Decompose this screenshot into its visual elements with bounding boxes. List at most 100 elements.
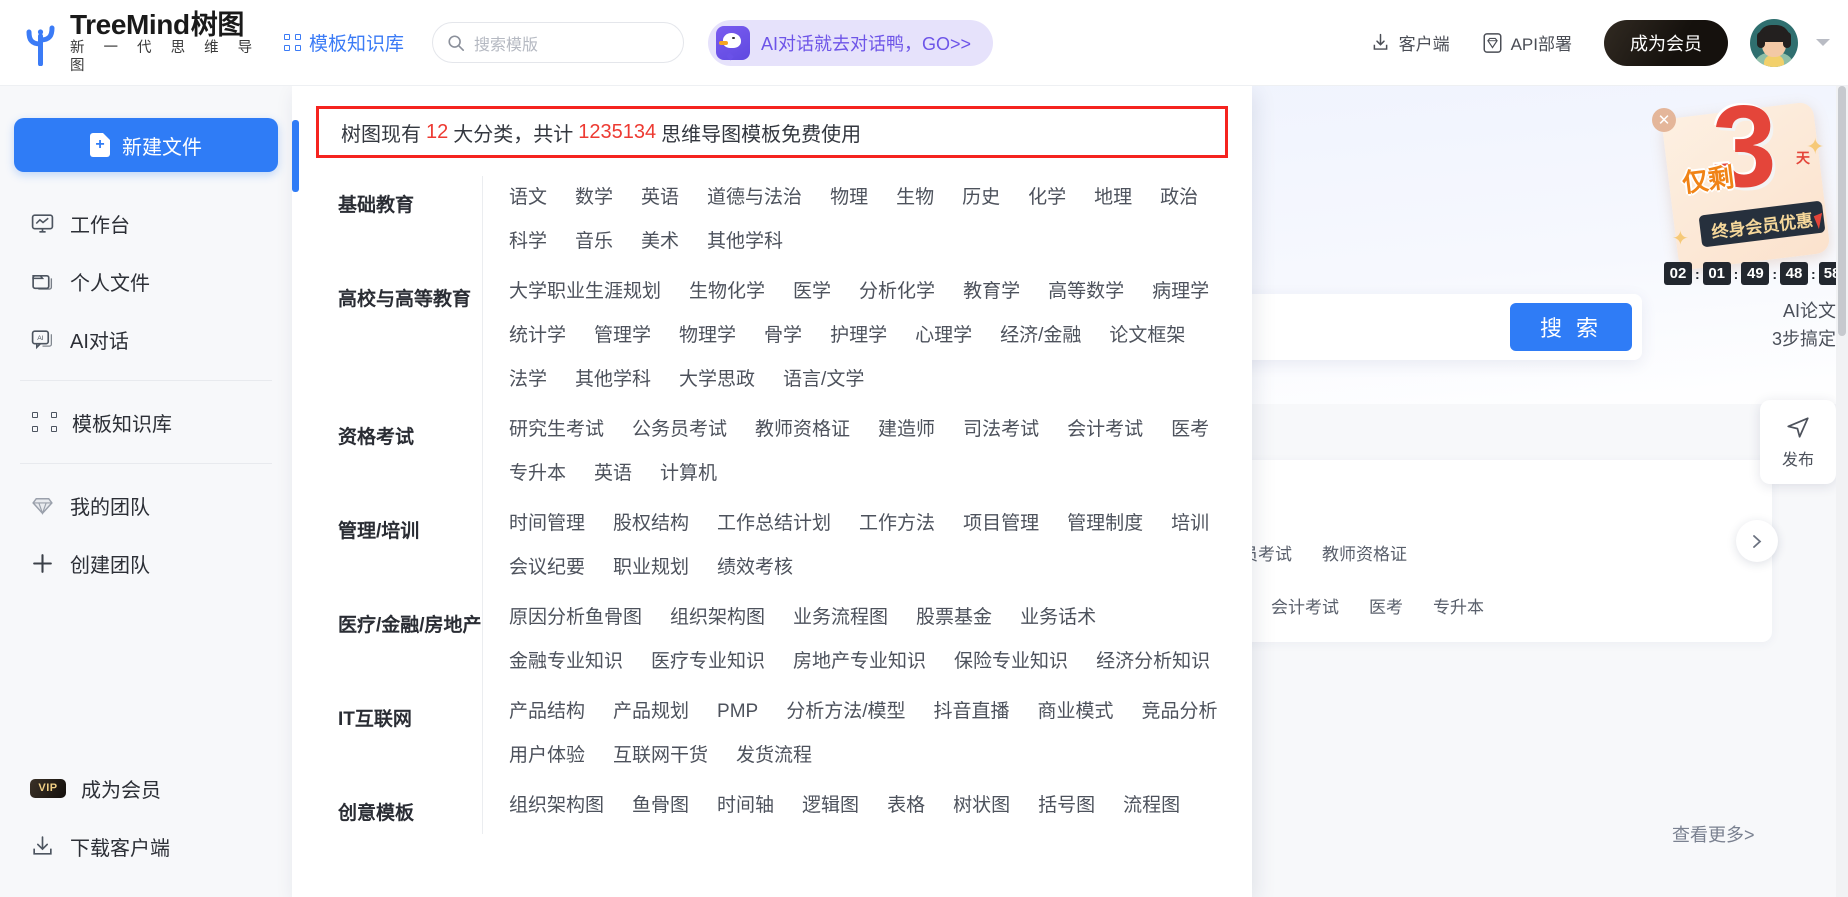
dropdown-category-label[interactable]: 管理/培训 <box>316 502 482 596</box>
chevron-down-icon[interactable] <box>1816 39 1830 46</box>
dropdown-item[interactable]: 大学思政 <box>679 364 755 396</box>
dropdown-item[interactable]: 历史 <box>962 182 1000 214</box>
dropdown-item[interactable]: 组织架构图 <box>509 790 604 822</box>
sidebar-item-my-team[interactable]: 我的团队 <box>0 476 292 534</box>
close-icon[interactable]: ✕ <box>1652 108 1676 132</box>
category-tag[interactable]: 教师资格证 <box>1322 540 1407 565</box>
dropdown-item[interactable]: PMP <box>717 696 758 728</box>
dropdown-item[interactable]: 管理制度 <box>1067 508 1143 540</box>
sidebar-item-download-client[interactable]: 下载客户端 <box>0 817 292 875</box>
dropdown-item[interactable]: 政治 <box>1160 182 1198 214</box>
dropdown-item[interactable]: 表格 <box>887 790 925 822</box>
dropdown-category-label[interactable]: IT互联网 <box>316 690 482 784</box>
publish-fab-button[interactable]: 发布 <box>1760 400 1836 484</box>
page-scrollbar-thumb[interactable] <box>1838 86 1846 336</box>
sidebar-item-workbench[interactable]: 工作台 <box>0 194 292 252</box>
dropdown-item[interactable]: 生物化学 <box>689 276 765 308</box>
dropdown-item[interactable]: 教师资格证 <box>755 414 850 446</box>
dropdown-item[interactable]: 英语 <box>594 458 632 490</box>
sidebar-item-ai-chat[interactable]: AI AI对话 <box>0 310 292 368</box>
ai-chat-promo-button[interactable]: AI对话就去对话鸭，GO>> <box>708 19 994 66</box>
dropdown-item[interactable]: 保险专业知识 <box>954 646 1068 678</box>
sidebar-item-personal-files[interactable]: 个人文件 <box>0 252 292 310</box>
dropdown-category-label[interactable]: 基础教育 <box>316 176 482 270</box>
dropdown-item[interactable]: 论文框架 <box>1109 320 1185 352</box>
dropdown-item[interactable]: 业务流程图 <box>793 602 888 634</box>
sidebar-item-create-team[interactable]: 创建团队 <box>0 534 292 592</box>
dropdown-item[interactable]: 分析方法/模型 <box>786 696 905 728</box>
dropdown-item[interactable]: 抖音直播 <box>934 696 1010 728</box>
dropdown-item[interactable]: 房地产专业知识 <box>793 646 926 678</box>
page-scrollbar[interactable] <box>1836 86 1848 897</box>
dropdown-item[interactable]: 美术 <box>641 226 679 258</box>
dropdown-category-label[interactable]: 高校与高等教育 <box>316 270 482 408</box>
dropdown-item[interactable]: 语言/文学 <box>783 364 864 396</box>
api-deploy-button[interactable]: API部署 <box>1482 30 1572 55</box>
hero-search-button[interactable]: 搜 索 <box>1510 303 1632 351</box>
dropdown-item[interactable]: 工作方法 <box>859 508 935 540</box>
dropdown-item[interactable]: 经济/金融 <box>1000 320 1081 352</box>
dropdown-item[interactable]: 病理学 <box>1152 276 1209 308</box>
dropdown-item[interactable]: 建造师 <box>878 414 935 446</box>
dropdown-item[interactable]: 互联网干货 <box>613 740 708 772</box>
dropdown-item[interactable]: 物理 <box>830 182 868 214</box>
dropdown-item[interactable]: 语文 <box>509 182 547 214</box>
dropdown-item[interactable]: 会议纪要 <box>509 552 585 584</box>
become-member-button[interactable]: 成为会员 <box>1604 19 1728 66</box>
dropdown-item[interactable]: 业务话术 <box>1020 602 1096 634</box>
dropdown-item[interactable]: 树状图 <box>953 790 1010 822</box>
dropdown-item[interactable]: 骨学 <box>764 320 802 352</box>
promo-countdown-widget[interactable]: ✕ ✦ ✦ 3 仅剩 天 终身会员优惠 02 : 01 : 49 : 48 : … <box>1630 86 1848 386</box>
dropdown-item[interactable]: 科学 <box>509 226 547 258</box>
brand-logo[interactable]: TreeMind 树图 新 一 代 思 维 导 图 <box>22 10 266 75</box>
dropdown-item[interactable]: 计算机 <box>660 458 717 490</box>
dropdown-item[interactable]: 研究生考试 <box>509 414 604 446</box>
dropdown-item[interactable]: 其他学科 <box>575 364 651 396</box>
dropdown-item[interactable]: 组织架构图 <box>670 602 765 634</box>
category-tag[interactable]: 专升本 <box>1433 593 1484 618</box>
dropdown-item[interactable]: 物理学 <box>679 320 736 352</box>
dropdown-item[interactable]: 产品规划 <box>613 696 689 728</box>
dropdown-item[interactable]: 医疗专业知识 <box>651 646 765 678</box>
dropdown-item[interactable]: 项目管理 <box>963 508 1039 540</box>
dropdown-item[interactable]: 时间管理 <box>509 508 585 540</box>
dropdown-item[interactable]: 道德与法治 <box>707 182 802 214</box>
dropdown-item[interactable]: 公务员考试 <box>632 414 727 446</box>
dropdown-category-label[interactable]: 资格考试 <box>316 408 482 502</box>
dropdown-item[interactable]: 医考 <box>1171 414 1209 446</box>
dropdown-item[interactable]: 英语 <box>641 182 679 214</box>
dropdown-item[interactable]: 职业规划 <box>613 552 689 584</box>
sidebar-item-become-member[interactable]: VIP 成为会员 <box>0 759 292 817</box>
dropdown-item[interactable]: 管理学 <box>594 320 651 352</box>
avatar[interactable] <box>1750 18 1798 67</box>
dropdown-item[interactable]: 大学职业生涯规划 <box>509 276 661 308</box>
ai-paper-promo[interactable]: AI论文 3步搞定 <box>1772 298 1836 354</box>
dropdown-item[interactable]: 原因分析鱼骨图 <box>509 602 642 634</box>
dropdown-item[interactable]: 括号图 <box>1038 790 1095 822</box>
carousel-next-button[interactable] <box>1736 520 1778 562</box>
dropdown-category-label[interactable]: 医疗/金融/房地产 <box>316 596 482 690</box>
dropdown-item[interactable]: 其他学科 <box>707 226 783 258</box>
dropdown-item[interactable]: 商业模式 <box>1038 696 1114 728</box>
dropdown-item[interactable]: 鱼骨图 <box>632 790 689 822</box>
dropdown-item[interactable]: 用户体验 <box>509 740 585 772</box>
dropdown-item[interactable]: 专升本 <box>509 458 566 490</box>
dropdown-item[interactable]: 竞品分析 <box>1142 696 1218 728</box>
dropdown-item[interactable]: 心理学 <box>915 320 972 352</box>
dropdown-item[interactable]: 股票基金 <box>916 602 992 634</box>
sidebar-item-template-library[interactable]: 模板知识库 <box>0 393 292 451</box>
dropdown-item[interactable]: 会计考试 <box>1067 414 1143 446</box>
dropdown-item[interactable]: 分析化学 <box>859 276 935 308</box>
dropdown-item[interactable]: 护理学 <box>830 320 887 352</box>
category-tag[interactable]: 医考 <box>1369 593 1403 618</box>
dropdown-item[interactable]: 统计学 <box>509 320 566 352</box>
dropdown-item[interactable]: 数学 <box>575 182 613 214</box>
dropdown-item[interactable]: 发货流程 <box>736 740 812 772</box>
client-download-button[interactable]: 客户端 <box>1370 30 1450 55</box>
category-tag[interactable]: 会计考试 <box>1271 593 1339 618</box>
dropdown-item[interactable]: 音乐 <box>575 226 613 258</box>
dropdown-item[interactable]: 法学 <box>509 364 547 396</box>
dropdown-item[interactable]: 化学 <box>1028 182 1066 214</box>
dropdown-item[interactable]: 医学 <box>793 276 831 308</box>
dropdown-item[interactable]: 绩效考核 <box>717 552 793 584</box>
